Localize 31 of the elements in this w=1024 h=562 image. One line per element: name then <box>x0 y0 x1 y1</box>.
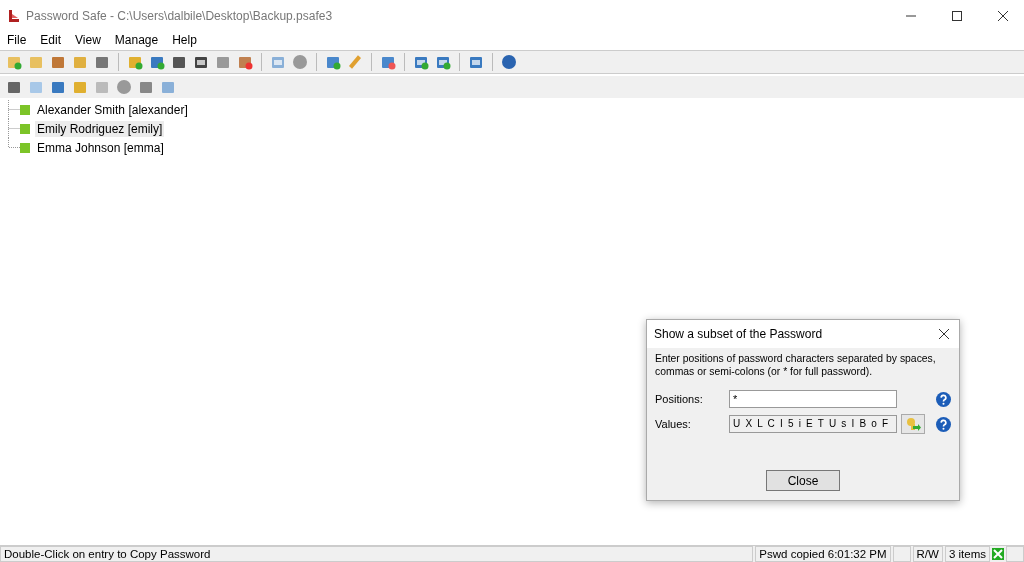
tree-item[interactable]: Alexander Smith [alexander] <box>35 101 190 118</box>
menu-item[interactable]: Manage <box>114 33 159 47</box>
field-label: Positions: <box>655 393 704 405</box>
menu-item[interactable]: File <box>7 33 27 47</box>
window-title: Password Safe - C:\Users\dalbile\Desktop\Backup.psafe3 <box>26 9 333 23</box>
dialog-title: Show a subset of the Password <box>654 327 823 341</box>
values-field: U X L C I 5 i E T U s I B o F <box>729 415 897 433</box>
menu-item[interactable]: Edit <box>40 33 62 47</box>
entry-icon <box>20 104 30 115</box>
tree-item[interactable]: Emily Rodriguez [emily] <box>35 120 165 137</box>
maximize-icon[interactable] <box>952 11 962 21</box>
instructions-text: Enter positions of password characters separated by spaces, commas or semi-colons (or * for full password). <box>655 352 937 378</box>
entry-icon <box>20 142 30 153</box>
disc-icon[interactable] <box>116 79 132 95</box>
entry-icon <box>20 123 30 134</box>
tree-item[interactable]: Emma Johnson [emma] <box>35 139 166 156</box>
positions-field[interactable]: * <box>729 390 897 408</box>
menu-item[interactable]: View <box>75 33 101 47</box>
close-button[interactable]: Close <box>766 470 840 491</box>
close-icon[interactable] <box>939 329 949 339</box>
status-icon <box>992 548 1004 560</box>
status-copied: Pswd copied 6:01:32 PM <box>755 546 891 562</box>
copy-button[interactable] <box>901 414 925 434</box>
menu-item[interactable]: Help <box>172 33 197 47</box>
app-logo-icon <box>7 9 21 23</box>
status-message: Double-Click on entry to Copy Password <box>0 546 754 562</box>
field-label: Values: <box>655 418 692 430</box>
status-count: 3 items <box>944 546 990 562</box>
disc-icon[interactable] <box>292 54 308 70</box>
status-mode: R/W <box>912 546 943 562</box>
close-icon[interactable] <box>998 11 1008 21</box>
